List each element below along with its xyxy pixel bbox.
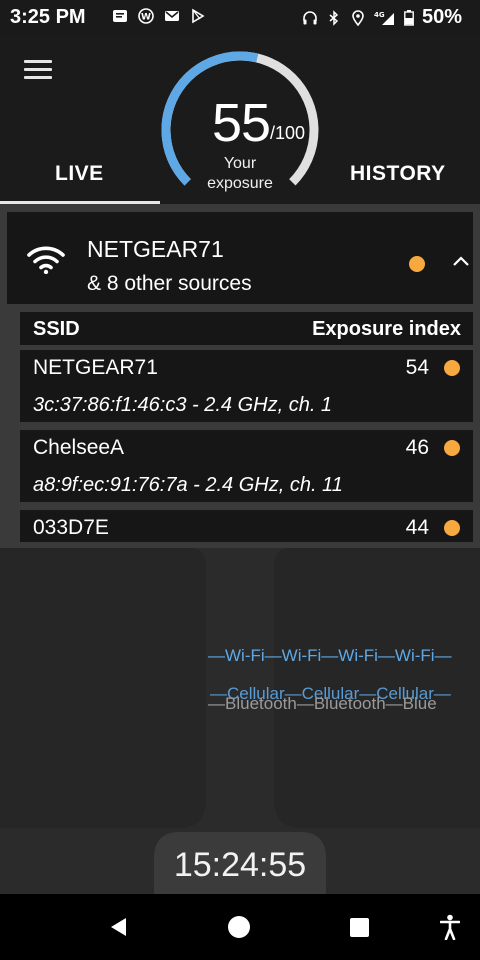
table-row[interactable]: NETGEAR71 54 3c:37:86:f1:46:c3 - 2.4 GHz… [20,350,473,422]
accessibility-icon[interactable] [440,914,460,940]
tab-history[interactable]: HISTORY [350,162,446,186]
headphones-icon [303,10,317,24]
tab-live[interactable]: LIVE [55,162,104,186]
bluetooth-band-label: —Bluetooth—Bluetooth—Blue [208,694,437,713]
table-row[interactable]: 033D7E 44 [20,510,473,542]
svg-text:4G: 4G [374,11,385,19]
timeline-clock: 15:24:55 [173,846,307,884]
bluetooth-icon [329,9,339,26]
column-header-exposure-index: Exposure index [312,318,461,340]
row-detail: a8:9f:ec:91:76:7a - 2.4 GHz, ch. 11 [33,474,343,496]
chevron-up-icon[interactable] [451,252,471,272]
timeline-background [0,548,480,894]
wifi-band-label: —Wi-Fi—Wi-Fi—Wi-Fi—Wi-Fi— [208,646,452,665]
system-icons: 4G 50% [302,6,462,29]
status-dot-icon [444,520,460,536]
wifi-icon [27,246,65,274]
home-icon[interactable] [228,916,250,938]
row-exposure-value: 46 [405,436,429,459]
table-row[interactable]: ChelseeA 46 a8:9f:ec:91:76:7a - 2.4 GHz,… [20,430,473,502]
summary-title: NETGEAR71 [87,236,224,262]
row-exposure-value: 54 [405,356,429,379]
row-ssid: 033D7E [33,516,109,539]
location-icon [352,9,364,26]
table-header: SSID Exposure index [20,312,473,345]
battery-percent: 50% [421,6,462,28]
row-ssid: NETGEAR71 [33,356,158,379]
row-exposure-value: 44 [405,516,429,539]
live-content: NETGEAR71 & 8 other sources SSID Exposur… [0,206,480,548]
play-store-icon [192,8,205,24]
exposure-max: /100 [270,123,306,143]
message-icon [113,10,127,22]
svg-text:W: W [141,13,151,23]
status-dot-icon [444,440,460,456]
status-time: 3:25 PM [10,6,86,28]
notification-icons: W [112,8,206,24]
app-header: 55 /100 Your exposure LIVE HISTORY [0,36,480,204]
wordpress-icon: W [138,8,154,24]
lte-signal-icon: 4G [374,11,394,25]
battery-icon [404,9,414,26]
row-detail: 3c:37:86:f1:46:c3 - 2.4 GHz, ch. 1 [33,394,333,416]
status-dot-icon [409,256,425,272]
menu-button[interactable] [24,60,52,82]
status-bar: 3:25 PM W 4G 50% [0,0,480,36]
back-icon[interactable] [108,916,130,938]
sources-summary-card[interactable]: NETGEAR71 & 8 other sources [7,212,473,304]
exposure-timeline: —Wi-Fi—Wi-Fi—Wi-Fi—Wi-Fi— —Cellular—Cell… [0,548,480,894]
exposure-value: 55 [212,93,271,153]
exposure-label: Your exposure [207,155,273,192]
row-ssid: ChelseeA [33,436,125,459]
status-dot-icon [444,360,460,376]
hamburger-icon-line [24,76,52,79]
navigation-bar [0,894,480,960]
hamburger-icon-line [24,60,52,63]
summary-subtitle: & 8 other sources [87,272,252,295]
column-header-ssid: SSID [33,318,80,340]
hamburger-icon-line [24,68,52,71]
recents-icon[interactable] [350,918,369,937]
gmail-icon [165,11,179,21]
